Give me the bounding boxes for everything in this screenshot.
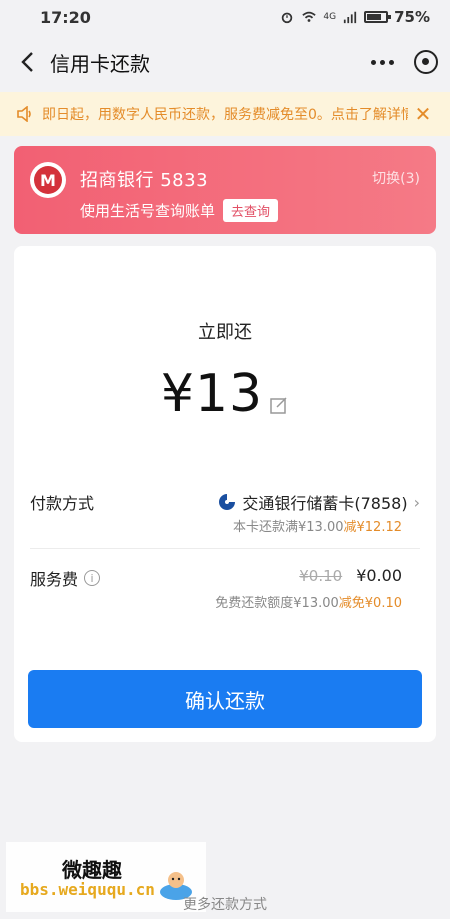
status-time: 17:20 bbox=[40, 7, 91, 27]
nav-bar: 信用卡还款 bbox=[0, 34, 450, 90]
service-fee-label-wrap: 服务费 i bbox=[30, 566, 101, 590]
fee-discount: 减免¥0.10 bbox=[338, 596, 402, 611]
bank-logo: M bbox=[30, 162, 66, 198]
service-fee-row: 服务费 i ¥0.10 ¥0.00 免费还款额度¥13.00减免¥0.10 bbox=[30, 566, 420, 622]
repay-amount: ¥13 bbox=[160, 364, 264, 424]
pay-discount: 减¥12.12 bbox=[343, 520, 403, 535]
confirm-repay-button[interactable]: 确认还款 bbox=[28, 670, 422, 728]
service-fee-hint: 免费还款额度¥13.00减免¥0.10 bbox=[215, 596, 402, 611]
page-title: 信用卡还款 bbox=[50, 51, 150, 76]
edit-icon[interactable] bbox=[269, 395, 289, 415]
battery-icon bbox=[364, 11, 392, 23]
status-bar: 17:20 4G 75% bbox=[0, 0, 450, 34]
bocom-logo-icon bbox=[219, 494, 236, 510]
switch-card-link[interactable]: 切换(3) bbox=[372, 168, 420, 188]
chevron-right-icon: › bbox=[413, 492, 420, 512]
pay-method-hint: 本卡还款满¥13.00减¥12.12 bbox=[233, 520, 403, 535]
service-fee-value: ¥0.10 ¥0.00 bbox=[299, 566, 420, 585]
pay-method-row[interactable]: 付款方式 交通银行储蓄卡(7858) › 本卡还款满¥13.00减¥12.12 bbox=[30, 490, 420, 546]
nav-actions bbox=[371, 50, 438, 74]
notice-text: 即日起，用数字人民币还款，服务费减免至0。点击了解详情 bbox=[42, 107, 408, 123]
speaker-icon bbox=[17, 106, 31, 122]
back-button[interactable] bbox=[12, 47, 42, 77]
watermark-title: 微趣趣 bbox=[62, 858, 122, 882]
pay-method-label: 付款方式 bbox=[30, 494, 95, 513]
current-fee: ¥0.00 bbox=[356, 566, 402, 585]
query-bill-button[interactable]: 去查询 bbox=[223, 199, 279, 222]
repay-now-label: 立即还 bbox=[198, 322, 252, 343]
credit-card-banner: M 招商银行 5833 切换(3) 使用生活号查询账单 去查询 bbox=[14, 146, 436, 234]
pay-method-value[interactable]: 交通银行储蓄卡(7858) › bbox=[218, 490, 420, 514]
more-icon[interactable] bbox=[371, 59, 394, 65]
divider bbox=[30, 548, 420, 549]
pay-card-name: 交通银行储蓄卡(7858) bbox=[242, 494, 408, 513]
alarm-icon bbox=[282, 12, 293, 24]
notice-close-icon[interactable]: ✕ bbox=[408, 99, 438, 129]
chevron-left-icon bbox=[21, 52, 33, 72]
bill-query-row: 使用生活号查询账单 去查询 bbox=[80, 199, 279, 222]
payment-panel: 立即还 ¥13 付款方式 交通银行储蓄卡(7858) › 本卡还款满¥13.00… bbox=[14, 246, 436, 742]
signal-icon bbox=[343, 11, 357, 24]
network-type: 4G bbox=[323, 12, 337, 22]
status-icons: 4G 75% bbox=[279, 8, 430, 26]
bank-name: 招商银行 5833 bbox=[80, 170, 209, 191]
original-fee: ¥0.10 bbox=[299, 566, 343, 585]
notice-banner[interactable]: 即日起，用数字人民币还款，服务费减免至0。点击了解详情 ✕ bbox=[0, 92, 450, 136]
info-icon[interactable]: i bbox=[84, 570, 101, 586]
more-repay-methods-link[interactable]: 更多还款方式 bbox=[0, 894, 450, 914]
bill-query-text: 使用生活号查询账单 bbox=[80, 202, 216, 220]
service-fee-label: 服务费 bbox=[30, 570, 79, 589]
close-miniapp-icon[interactable] bbox=[414, 50, 438, 74]
battery-percent: 75% bbox=[394, 8, 430, 26]
wifi-icon bbox=[302, 11, 317, 22]
amount-row: ¥13 bbox=[14, 364, 436, 424]
